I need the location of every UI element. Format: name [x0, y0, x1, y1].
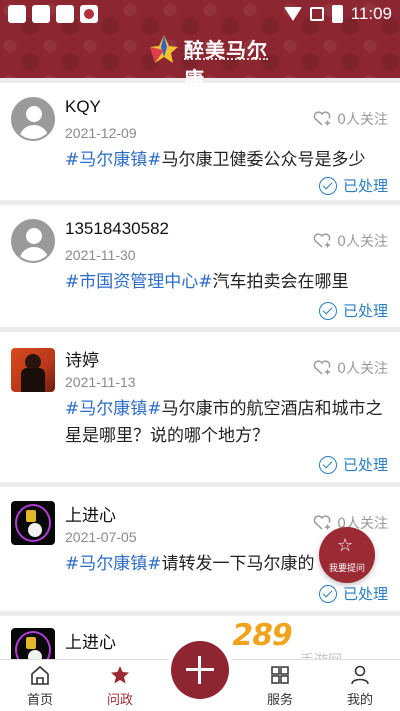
- nav-me[interactable]: 我的: [330, 660, 390, 711]
- user-name: 上进心: [65, 506, 116, 525]
- post-date: 2021-11-13: [65, 374, 136, 390]
- clock: 11:09: [350, 4, 392, 23]
- question-text[interactable]: #马尔康镇#马尔康卫健委公众号是多少: [65, 147, 391, 174]
- user-name: KQY: [65, 97, 101, 116]
- nav-politics-label: 问政: [106, 693, 133, 708]
- follow-button[interactable]: 0人关注: [313, 109, 388, 129]
- status-badge: 已处理: [318, 300, 388, 321]
- question-card[interactable]: KQY 2021-12-09 0人关注 #马尔康镇#马尔康卫健委公众号是多少 已…: [0, 83, 400, 200]
- topic-tag[interactable]: #市国资管理中心#: [65, 272, 213, 292]
- app-header: 11:09 醉美马尔康: [0, 0, 400, 91]
- status-label: 已处理: [342, 302, 388, 320]
- avatar[interactable]: [11, 501, 55, 545]
- status-badge: 已处理: [318, 583, 388, 604]
- logo-mark-icon: [150, 35, 178, 63]
- user-icon: [351, 665, 369, 685]
- notification-icon: [32, 5, 50, 23]
- nav-services[interactable]: 服务: [250, 660, 310, 711]
- topic-tag[interactable]: #马尔康镇#: [65, 150, 162, 170]
- nav-home[interactable]: 首页: [10, 660, 70, 711]
- question-body: 请转发一下马尔康的: [161, 554, 315, 574]
- plus-icon: [198, 656, 201, 684]
- follow-count: 0人关注: [337, 112, 388, 128]
- grid-icon: [271, 666, 289, 684]
- avatar[interactable]: [11, 348, 55, 392]
- heart-plus-icon: [313, 360, 331, 375]
- ask-question-button[interactable]: ☆ 我要提问: [319, 527, 375, 583]
- avatar[interactable]: [11, 219, 55, 263]
- question-card[interactable]: 诗婷 2021-11-13 0人关注 #马尔康镇#马尔康市的航空酒店和城市之星是…: [0, 332, 400, 482]
- nav-politics[interactable]: 问政: [90, 660, 150, 711]
- nav-home-label: 首页: [26, 693, 53, 708]
- post-date: 2021-12-09: [65, 125, 137, 141]
- app-notification-icon: [80, 5, 98, 23]
- check-circle-icon: [318, 455, 337, 474]
- follow-button[interactable]: 0人关注: [313, 358, 388, 378]
- star-icon: [111, 666, 129, 684]
- post-date: 2021-07-05: [65, 529, 137, 545]
- battery-icon: [331, 5, 343, 23]
- app-logo: 醉美马尔康: [140, 32, 280, 91]
- home-icon: [31, 665, 49, 685]
- question-text[interactable]: #市国资管理中心#汽车拍卖会在哪里: [65, 269, 391, 296]
- question-body: 马尔康卫健委公众号是多少: [161, 150, 366, 170]
- notification-icons: [8, 5, 98, 23]
- notification-icon: [8, 5, 26, 23]
- check-circle-icon: [318, 584, 337, 603]
- notification-icon: [56, 5, 74, 23]
- user-name: 13518430582: [65, 219, 170, 238]
- avatar[interactable]: [11, 97, 55, 141]
- no-signal-icon: [309, 7, 324, 21]
- question-card[interactable]: 13518430582 2021-11-30 0人关注 #市国资管理中心#汽车拍…: [0, 205, 400, 327]
- status-label: 已处理: [342, 585, 388, 603]
- question-text[interactable]: #马尔康镇#请转发一下马尔康的: [65, 551, 315, 578]
- wifi-icon: [283, 7, 302, 21]
- logo-tibetan-script: [184, 58, 268, 62]
- heart-plus-icon: [313, 515, 331, 530]
- user-name: 上进心: [65, 633, 116, 652]
- question-text[interactable]: #马尔康镇#马尔康市的航空酒店和城市之星是哪里？说的哪个地方？: [65, 396, 391, 450]
- post-date: 2021-11-30: [65, 247, 136, 263]
- follow-count: 0人关注: [337, 234, 388, 250]
- ask-question-label: 我要提问: [328, 564, 365, 574]
- status-label: 已处理: [342, 456, 388, 474]
- topic-tag[interactable]: #马尔康镇#: [65, 554, 162, 574]
- nav-services-label: 服务: [266, 693, 293, 708]
- status-right: 11:09: [283, 4, 392, 24]
- status-badge: 已处理: [318, 454, 388, 475]
- user-name: 诗婷: [65, 351, 99, 370]
- heart-plus-icon: [313, 111, 331, 126]
- status-badge: 已处理: [318, 175, 388, 196]
- status-label: 已处理: [342, 177, 388, 195]
- status-bar: 11:09: [0, 0, 400, 28]
- topic-tag[interactable]: #马尔康镇#: [65, 399, 162, 419]
- nav-me-label: 我的: [346, 693, 373, 708]
- new-question-button[interactable]: [171, 641, 229, 699]
- follow-count: 0人关注: [337, 361, 388, 377]
- star-icon: ☆: [337, 535, 354, 556]
- check-circle-icon: [318, 301, 337, 320]
- follow-button[interactable]: 0人关注: [313, 231, 388, 251]
- watermark-number: 289: [228, 618, 295, 653]
- heart-plus-icon: [313, 233, 331, 248]
- check-circle-icon: [318, 176, 337, 195]
- question-body: 汽车拍卖会在哪里: [212, 272, 349, 292]
